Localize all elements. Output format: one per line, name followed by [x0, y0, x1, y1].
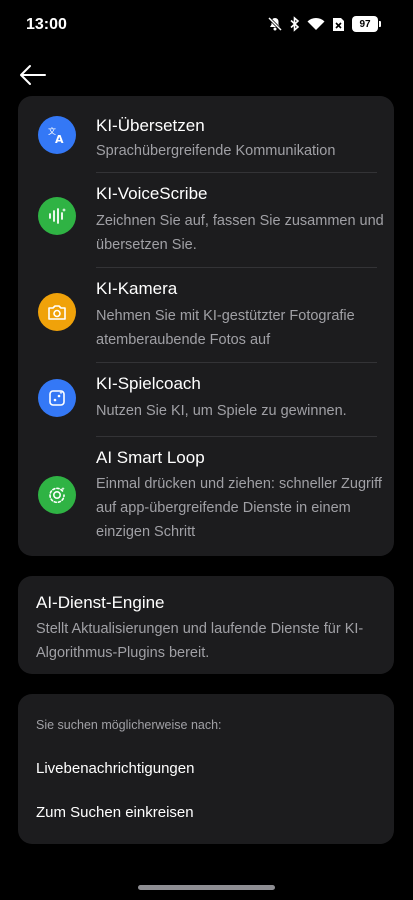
- feature-ki-voicescribe[interactable]: KI-VoiceScribe Zeichnen Sie auf, fassen …: [18, 173, 394, 268]
- feature-title: AI Smart Loop: [96, 448, 205, 467]
- bluetooth-icon: [290, 16, 300, 32]
- feature-ki-uebersetzen[interactable]: 文A KI-Übersetzen Sprachübergreifende Kom…: [18, 96, 394, 173]
- engine-title: AI-Dienst-Engine: [36, 593, 165, 612]
- ai-features-card: 文A KI-Übersetzen Sprachübergreifende Kom…: [18, 96, 394, 556]
- suggestion-live-notifications[interactable]: Livebenachrichtigungen: [36, 760, 194, 777]
- engine-description: Stellt Aktualisierungen und laufende Die…: [36, 621, 364, 661]
- status-bar: 13:00 97: [0, 0, 413, 50]
- status-icons: 97: [267, 16, 381, 32]
- feature-ai-smart-loop[interactable]: AI Smart Loop Einmal drücken und ziehen:…: [18, 437, 394, 556]
- ai-service-engine-card[interactable]: AI-Dienst-Engine Stellt Aktualisierungen…: [18, 576, 394, 674]
- suggestions-header: Sie suchen möglicherweise nach:: [36, 718, 222, 732]
- feature-description: Sprachübergreifende Kommunikation: [96, 143, 336, 159]
- battery-icon: 97: [352, 16, 381, 32]
- mute-icon: [267, 16, 283, 32]
- feature-title: KI-VoiceScribe: [96, 184, 208, 203]
- feature-title: KI-Spielcoach: [96, 374, 201, 393]
- feature-description: Nehmen Sie mit KI-gestützter Fotografie …: [96, 308, 355, 348]
- smart-loop-icon: [38, 476, 76, 514]
- voice-wave-icon: [38, 197, 76, 235]
- wifi-icon: [307, 17, 325, 31]
- svg-text:A: A: [55, 133, 64, 145]
- suggestion-circle-to-search[interactable]: Zum Suchen einkreisen: [36, 804, 194, 821]
- feature-title: KI-Kamera: [96, 279, 178, 298]
- feature-ki-spielcoach[interactable]: KI-Spielcoach Nutzen Sie KI, um Spiele z…: [18, 363, 394, 437]
- game-coach-icon: [38, 379, 76, 417]
- translate-icon: 文A: [38, 116, 76, 154]
- battery-level: 97: [352, 16, 378, 32]
- feature-description: Nutzen Sie KI, um Spiele zu gewinnen.: [96, 403, 347, 419]
- suggestions-card: Sie suchen möglicherweise nach: Livebena…: [18, 694, 394, 844]
- sim-x-icon: [332, 17, 345, 32]
- feature-description: Zeichnen Sie auf, fassen Sie zusammen un…: [96, 213, 384, 253]
- status-time: 13:00: [26, 16, 67, 33]
- camera-icon: [38, 293, 76, 331]
- feature-description: Einmal drücken und ziehen: schneller Zug…: [96, 476, 382, 540]
- home-indicator[interactable]: [138, 885, 275, 890]
- back-button[interactable]: [16, 60, 50, 94]
- feature-title: KI-Übersetzen: [96, 116, 205, 135]
- feature-ki-kamera[interactable]: KI-Kamera Nehmen Sie mit KI-gestützter F…: [18, 268, 394, 363]
- arrow-left-icon: [19, 64, 47, 91]
